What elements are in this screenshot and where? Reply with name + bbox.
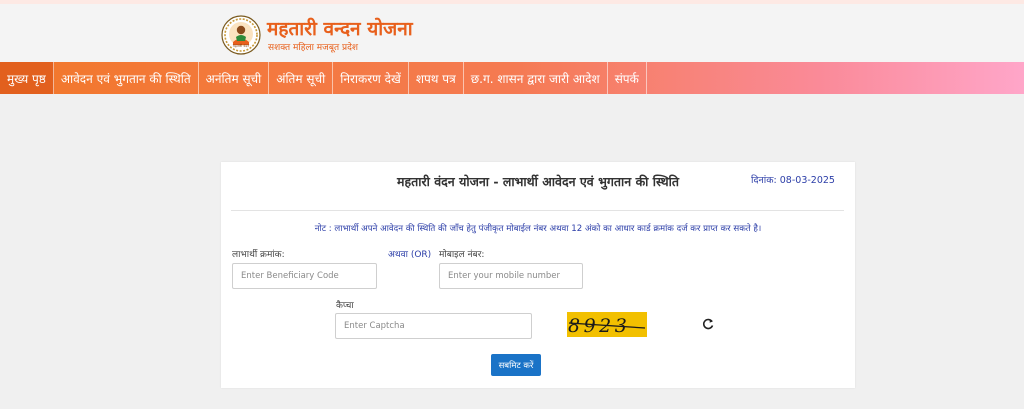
main-nav: मुख्य पृष्ठ आवेदन एवं भुगतान की स्थिति अ… — [0, 62, 1024, 94]
nav-item-contact[interactable]: संपर्क — [608, 62, 647, 94]
site-title: महतारी वन्दन योजना — [267, 18, 413, 40]
status-form-card: महतारी वंदन योजना - लाभार्थी आवेदन एवं भ… — [221, 162, 855, 388]
nav-item-application-status[interactable]: आवेदन एवं भुगतान की स्थिति — [54, 62, 199, 94]
nav-item-provisional-list[interactable]: अनंतिम सूची — [199, 62, 270, 94]
beneficiary-label: लाभार्थी क्रमांक: — [232, 250, 285, 260]
site-header: महतारी वंदन महतारी वन्दन योजना सशक्त महि… — [0, 4, 1024, 62]
logo-text: महतारी वंदन — [233, 43, 250, 48]
captcha-image: 8923 — [567, 312, 647, 337]
date-label: दिनांक: 08-03-2025 — [751, 175, 835, 186]
beneficiary-code-input[interactable] — [232, 263, 377, 289]
mobile-number-input[interactable] — [439, 263, 583, 289]
nav-item-home[interactable]: मुख्य पृष्ठ — [0, 62, 54, 94]
submit-button[interactable]: सबमिट करें — [491, 354, 541, 376]
captcha-input[interactable] — [335, 313, 532, 339]
nav-item-affidavit[interactable]: शपथ पत्र — [409, 62, 464, 94]
or-label: अथवा (OR) — [388, 250, 432, 260]
captcha-label: कैप्चा — [336, 301, 354, 311]
nav-item-resolution[interactable]: निराकरण देखें — [333, 62, 409, 94]
refresh-icon[interactable] — [701, 316, 715, 330]
mobile-label: मोबाइल नंबर: — [439, 250, 485, 260]
site-subtitle: सशक्त महिला मजबूत प्रदेश — [268, 43, 359, 53]
nav-item-govt-orders[interactable]: छ.ग. शासन द्वारा जारी आदेश — [464, 62, 608, 94]
nav-item-final-list[interactable]: अंतिम सूची — [269, 62, 334, 94]
divider — [231, 210, 844, 211]
form-note: नोट : लाभार्थी अपने आवेदन की स्थिति की ज… — [314, 224, 762, 234]
mahtari-vandan-logo-icon[interactable]: महतारी वंदन — [221, 15, 261, 55]
